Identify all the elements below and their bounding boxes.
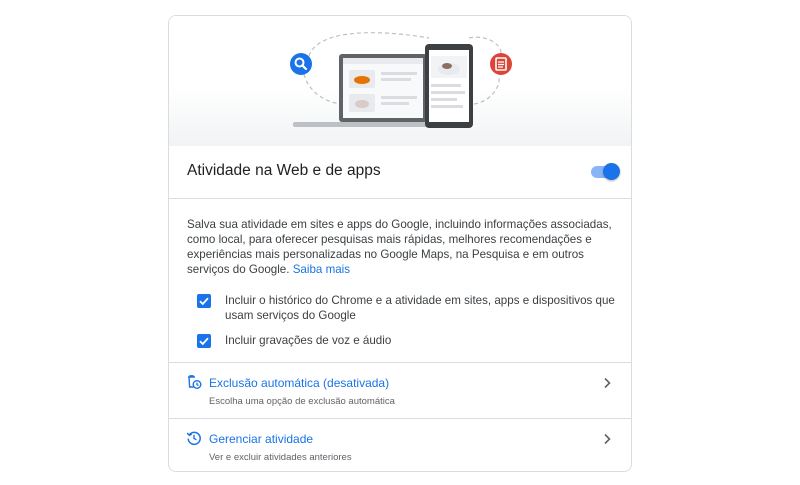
- auto-delete-row[interactable]: Exclusão automática (desativada) Escolha…: [169, 363, 631, 418]
- auto-delete-icon: [188, 375, 202, 389]
- checkmark-icon: [199, 297, 209, 306]
- voice-audio-checkbox[interactable]: [197, 334, 211, 348]
- learn-more-link[interactable]: Saiba mais: [293, 263, 350, 276]
- auto-delete-title: Exclusão automática (desativada): [209, 376, 390, 390]
- description-text: Salva sua atividade em sites e apps do G…: [187, 218, 612, 276]
- chrome-history-checkbox[interactable]: [197, 294, 211, 308]
- manage-activity-row[interactable]: Gerenciar atividade Ver e excluir ativid…: [169, 419, 631, 471]
- search-icon: [290, 53, 312, 75]
- manage-activity-title: Gerenciar atividade: [209, 432, 314, 446]
- chrome-history-label: Incluir o histórico do Chrome e a ativid…: [225, 294, 615, 322]
- activity-card: Atividade na Web e de apps Salva sua ati…: [168, 15, 632, 472]
- setting-title: Atividade na Web e de apps: [187, 162, 381, 179]
- manage-activity-subtitle: Ver e excluir atividades anteriores: [209, 452, 352, 463]
- option-chrome-history: Incluir o histórico do Chrome e a ativid…: [197, 293, 615, 323]
- history-icon: [186, 431, 201, 446]
- option-voice-audio: Incluir gravações de voz e áudio: [197, 333, 615, 348]
- voice-audio-label: Incluir gravações de voz e áudio: [225, 334, 392, 347]
- chevron-right-icon: [604, 433, 611, 445]
- checkmark-icon: [199, 337, 209, 346]
- devices-illustration: [290, 32, 512, 128]
- activity-toggle[interactable]: [591, 163, 620, 180]
- document-icon: [490, 53, 512, 75]
- toggle-knob: [603, 163, 620, 180]
- auto-delete-subtitle: Escolha uma opção de exclusão automática: [209, 396, 395, 407]
- setting-description: Salva sua atividade em sites e apps do G…: [187, 217, 617, 277]
- chevron-right-icon: [604, 377, 611, 389]
- setting-header: Atividade na Web e de apps: [169, 146, 631, 199]
- hero-illustration: [169, 16, 631, 146]
